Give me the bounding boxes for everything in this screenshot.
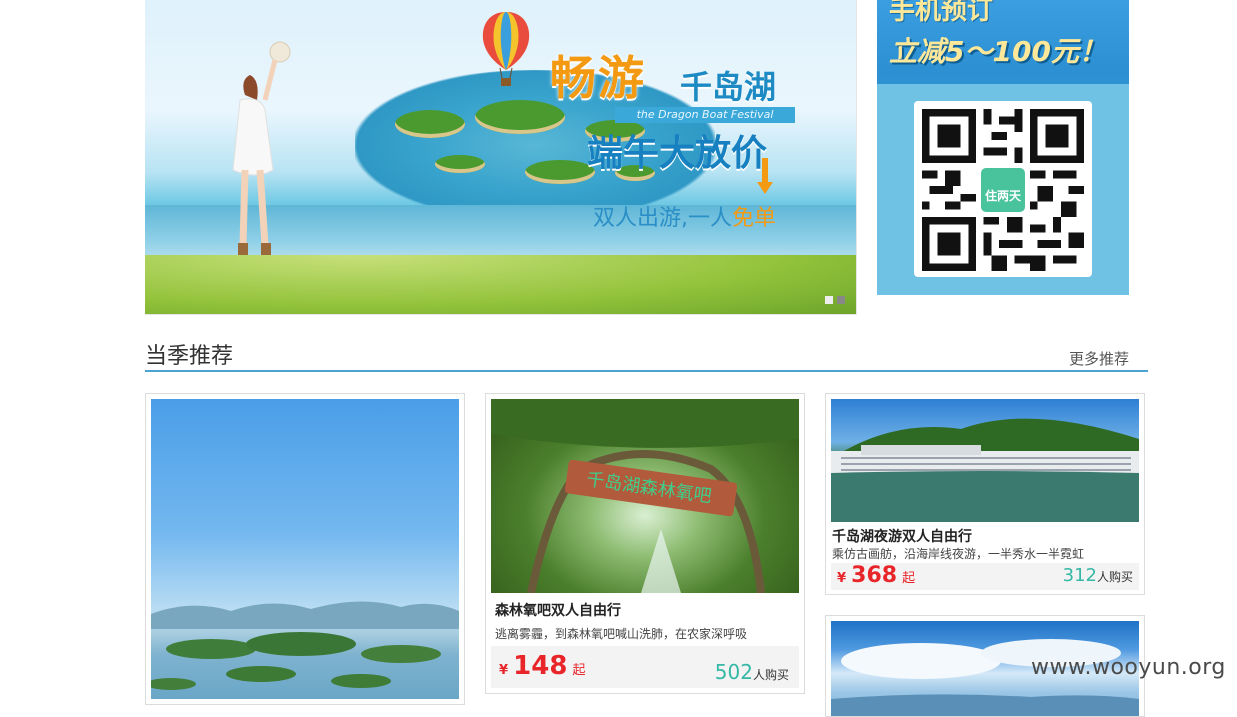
banner-subheadline: 端午大放价 <box>587 133 768 174</box>
purchase-count-number: 312 <box>1062 565 1097 586</box>
price-group: ¥ 148 起 <box>499 651 586 681</box>
purchase-count: 502人购买 <box>715 660 789 684</box>
banner-headline-place: 千岛湖 <box>680 68 777 106</box>
lake-islands-image <box>151 601 459 690</box>
mobile-booking-title: 手机预订 <box>889 0 994 26</box>
price-bar: ¥ 148 起 502人购买 <box>491 646 799 688</box>
banner-offer-part1: 双人出游,一人 <box>593 206 732 231</box>
product-description: 逃离雾霾，到森林氧吧喊山洗肺，在农家深呼吸 <box>495 627 748 641</box>
currency-symbol: ¥ <box>837 571 847 586</box>
product-card[interactable] <box>145 393 465 705</box>
purchase-count-label: 人购买 <box>1096 570 1133 584</box>
carousel-dot-1[interactable] <box>825 296 833 304</box>
purchase-count: 312人购买 <box>1063 565 1133 586</box>
currency-symbol: ¥ <box>499 663 509 678</box>
hero-banner[interactable]: 畅游 千岛湖 the Dragon Boat Festival 端午大放价 双人… <box>145 0 857 315</box>
banner-english-tag: the Dragon Boat Festival <box>615 107 795 123</box>
product-card[interactable]: 千岛湖森林氧吧 森林氧吧双人自由行 逃离雾霾，到森林氧吧喊山洗肺，在农家深呼吸 … <box>485 393 805 694</box>
forest-gate-image: 千岛湖森林氧吧 <box>491 399 799 593</box>
watermark: www.wooyun.org <box>1031 655 1226 680</box>
product-card[interactable]: 千岛湖夜游双人自由行 乘仿古画舫，沿海岸线夜游，一半秀水一半霓虹 ¥ 368 起… <box>825 393 1145 595</box>
qr-code[interactable]: 住两天 <box>914 101 1092 277</box>
app-logo-icon: 住两天 <box>978 165 1028 215</box>
product-image[interactable] <box>831 399 1139 522</box>
more-recommendations-link[interactable]: 更多推荐 <box>1069 348 1129 369</box>
girl-illustration <box>232 41 291 255</box>
product-image[interactable]: 千岛湖森林氧吧 <box>491 399 799 593</box>
down-arrow-icon <box>757 158 773 194</box>
product-image[interactable] <box>151 399 459 699</box>
mobile-booking-panel: 手机预订 立减5～100元！ 住两天 <box>877 0 1129 295</box>
purchase-count-number: 502 <box>714 660 753 684</box>
carousel-indicator[interactable] <box>825 296 845 304</box>
banner-headline: 畅游 <box>550 51 646 105</box>
product-name[interactable]: 千岛湖夜游双人自由行 <box>832 526 972 546</box>
banner-offer-highlight: 免单 <box>732 206 777 231</box>
price-suffix: 起 <box>902 571 916 586</box>
product-price: 368 <box>851 563 898 588</box>
price-suffix: 起 <box>572 663 586 678</box>
price-group: ¥ 368 起 <box>837 563 915 588</box>
hot-air-balloon-icon <box>482 12 530 86</box>
product-name[interactable]: 森林氧吧双人自由行 <box>495 600 621 620</box>
purchase-count-label: 人购买 <box>752 668 789 682</box>
product-description: 乘仿古画舫，沿海岸线夜游，一半秀水一半霓虹 <box>832 547 1085 561</box>
lakeside-hotel-image <box>831 418 1139 522</box>
carousel-dot-2[interactable] <box>837 296 845 304</box>
section-title: 当季推荐 <box>145 344 234 369</box>
mobile-promo-text: 立减5～100元！ <box>889 35 1107 68</box>
section-divider <box>145 370 1148 372</box>
product-price: 148 <box>513 651 568 681</box>
price-bar: ¥ 368 起 312人购买 <box>831 563 1139 590</box>
banner-offer-text: 双人出游,一人免单 <box>593 200 776 232</box>
